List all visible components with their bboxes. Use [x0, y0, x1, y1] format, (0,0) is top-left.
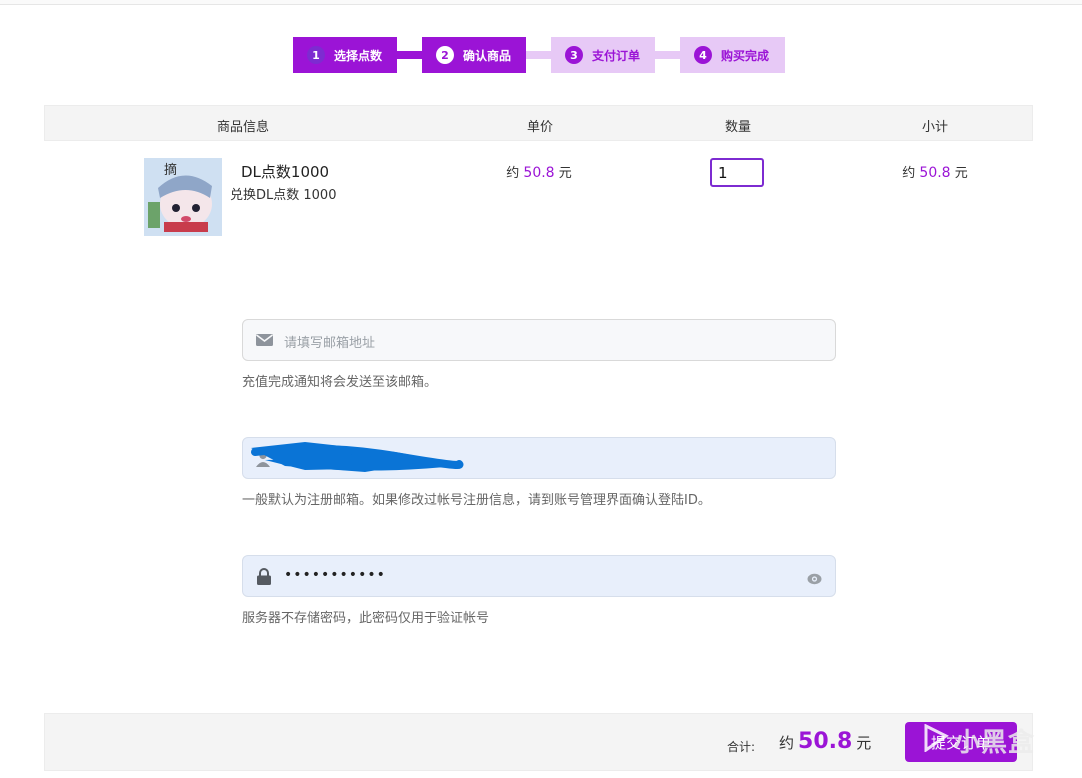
email-placeholder: 请填写邮箱地址 [284, 336, 376, 351]
price-prefix: 约 [506, 166, 520, 181]
total-value: 50.8 [798, 729, 853, 754]
subtotal-value: 50.8 [919, 165, 951, 181]
step-label: 购买完成 [721, 48, 770, 63]
email-field[interactable]: 请填写邮箱地址 [242, 319, 836, 361]
unit-price: 约 50.8 元 [506, 162, 571, 181]
table-header: 商品信息 单价 数量 小计 [44, 105, 1033, 141]
step-select-points[interactable]: 1 选择点数 [293, 37, 397, 73]
step-number: 2 [436, 46, 454, 64]
checkout-steps: 1 选择点数 2 确认商品 3 支付订单 4 购买完成 [293, 37, 785, 73]
total-currency: 元 [856, 734, 872, 752]
step-purchase-complete[interactable]: 4 购买完成 [680, 37, 785, 73]
header-unit-price: 单价 [526, 120, 554, 135]
product-name[interactable]: DL点数1000 [241, 161, 329, 182]
thumb-text: 摘 [164, 162, 177, 178]
email-hint: 充值完成通知将会发送至该邮箱。 [242, 375, 438, 390]
step-label: 支付订单 [592, 48, 641, 63]
order-total: 约 50.8 元 [779, 729, 871, 754]
subtotal-prefix: 约 [902, 166, 916, 181]
password-hint: 服务器不存储密码，此密码仅用于验证帐号 [242, 611, 490, 626]
step-connector [655, 51, 680, 59]
header-product-info: 商品信息 [216, 120, 270, 135]
step-connector [397, 51, 422, 59]
total-label: 合计: [727, 740, 756, 754]
login-id-field[interactable] [242, 437, 836, 479]
step-connector [526, 51, 551, 59]
total-prefix: 约 [779, 734, 795, 752]
subtotal-currency: 元 [954, 166, 968, 181]
step-number: 3 [565, 46, 583, 64]
step-label: 确认商品 [463, 48, 512, 63]
step-confirm-product[interactable]: 2 确认商品 [422, 37, 526, 73]
redaction-scribble [251, 442, 464, 472]
quantity-input[interactable]: 1 [710, 158, 764, 187]
price-value: 50.8 [523, 165, 555, 181]
header-subtotal: 小计 [921, 120, 949, 135]
order-footer [44, 713, 1033, 771]
step-label: 选择点数 [334, 48, 383, 63]
subtotal: 约 50.8 元 [902, 162, 967, 181]
password-field[interactable]: ••••••••••• [242, 555, 836, 597]
lock-icon [257, 568, 271, 589]
product-description: 兑换DL点数 1000 [230, 188, 337, 203]
eye-icon[interactable] [807, 570, 822, 589]
step-number: 1 [307, 46, 325, 64]
top-border [0, 0, 1082, 5]
watermark-text: 小黑盒 [954, 728, 1036, 758]
envelope-icon [256, 332, 273, 351]
step-pay-order[interactable]: 3 支付订单 [551, 37, 655, 73]
header-quantity: 数量 [724, 120, 752, 135]
product-thumbnail: 摘 [144, 158, 222, 236]
step-number: 4 [694, 46, 712, 64]
price-currency: 元 [558, 166, 572, 181]
login-id-hint: 一般默认为注册邮箱。如果修改过帐号注册信息，请到账号管理界面确认登陆ID。 [242, 493, 711, 508]
password-value: ••••••••••• [284, 567, 386, 583]
